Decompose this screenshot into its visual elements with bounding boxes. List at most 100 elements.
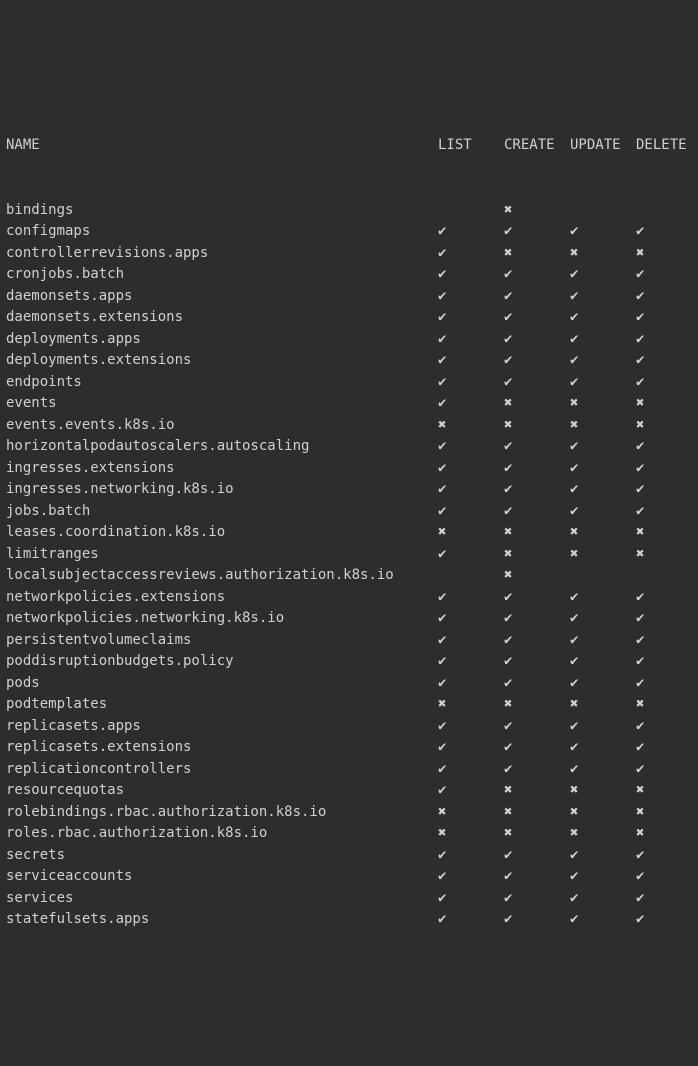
table-row: replicasets.extensions✔✔✔✔ <box>6 737 692 759</box>
table-row: statefulsets.apps✔✔✔✔ <box>6 909 692 931</box>
check-icon: ✔ <box>438 264 456 286</box>
check-icon: ✔ <box>504 458 522 480</box>
table-row: replicasets.apps✔✔✔✔ <box>6 716 692 738</box>
check-icon: ✔ <box>504 286 522 308</box>
perm-delete: ✔ <box>636 866 698 888</box>
check-icon: ✔ <box>504 350 522 372</box>
check-icon: ✔ <box>570 888 588 910</box>
resource-name: cronjobs.batch <box>6 264 438 286</box>
perm-update: ✔ <box>570 651 636 673</box>
check-icon: ✔ <box>570 845 588 867</box>
cross-icon: ✖ <box>504 544 522 566</box>
perm-update: ✔ <box>570 630 636 652</box>
table-row: ingresses.extensions✔✔✔✔ <box>6 458 692 480</box>
table-row: daemonsets.extensions✔✔✔✔ <box>6 307 692 329</box>
perm-list: ✔ <box>438 544 504 566</box>
cross-icon: ✖ <box>570 823 588 845</box>
table-row: networkpolicies.extensions✔✔✔✔ <box>6 587 692 609</box>
perm-list: ✔ <box>438 458 504 480</box>
table-row: controllerrevisions.apps✔✖✖✖ <box>6 243 692 265</box>
check-icon: ✔ <box>636 458 654 480</box>
perm-create: ✖ <box>504 544 570 566</box>
table-row: services✔✔✔✔ <box>6 888 692 910</box>
perm-create: ✖ <box>504 694 570 716</box>
check-icon: ✔ <box>504 307 522 329</box>
perm-list: ✔ <box>438 221 504 243</box>
cross-icon: ✖ <box>636 694 654 716</box>
check-icon: ✔ <box>504 909 522 931</box>
check-icon: ✔ <box>504 372 522 394</box>
perm-delete: ✔ <box>636 587 698 609</box>
perm-list: ✔ <box>438 651 504 673</box>
check-icon: ✔ <box>570 630 588 652</box>
check-icon: ✔ <box>636 716 654 738</box>
check-icon: ✔ <box>504 329 522 351</box>
cross-icon: ✖ <box>504 200 522 222</box>
check-icon: ✔ <box>504 630 522 652</box>
perm-list: ✔ <box>438 780 504 802</box>
cross-icon: ✖ <box>636 393 654 415</box>
perm-create: ✔ <box>504 264 570 286</box>
check-icon: ✔ <box>438 909 456 931</box>
cross-icon: ✖ <box>636 823 654 845</box>
check-icon: ✔ <box>438 221 456 243</box>
perm-delete: ✖ <box>636 694 698 716</box>
check-icon: ✔ <box>570 436 588 458</box>
perm-update: ✖ <box>570 393 636 415</box>
perm-update: ✔ <box>570 221 636 243</box>
perm-update: ✖ <box>570 802 636 824</box>
perm-update: ✔ <box>570 479 636 501</box>
resource-name: leases.coordination.k8s.io <box>6 522 438 544</box>
perm-delete: ✖ <box>636 823 698 845</box>
header-create: CREATE <box>504 135 570 157</box>
perm-list: ✖ <box>438 694 504 716</box>
perm-update: ✔ <box>570 866 636 888</box>
check-icon: ✔ <box>636 264 654 286</box>
cross-icon: ✖ <box>438 802 456 824</box>
check-icon: ✔ <box>438 780 456 802</box>
perm-delete: ✔ <box>636 221 698 243</box>
check-icon: ✔ <box>570 737 588 759</box>
table-row: rolebindings.rbac.authorization.k8s.io✖✖… <box>6 802 692 824</box>
cross-icon: ✖ <box>636 243 654 265</box>
resource-name: daemonsets.apps <box>6 286 438 308</box>
table-row: endpoints✔✔✔✔ <box>6 372 692 394</box>
resource-name: events.events.k8s.io <box>6 415 438 437</box>
perm-list: ✔ <box>438 909 504 931</box>
check-icon: ✔ <box>438 845 456 867</box>
perm-create: ✔ <box>504 866 570 888</box>
table-row: networkpolicies.networking.k8s.io✔✔✔✔ <box>6 608 692 630</box>
check-icon: ✔ <box>438 673 456 695</box>
cross-icon: ✖ <box>504 780 522 802</box>
table-row: bindings✖ <box>6 200 692 222</box>
resource-name: endpoints <box>6 372 438 394</box>
perm-delete: ✔ <box>636 630 698 652</box>
perm-create: ✔ <box>504 479 570 501</box>
check-icon: ✔ <box>504 737 522 759</box>
perm-delete: ✔ <box>636 909 698 931</box>
table-row: serviceaccounts✔✔✔✔ <box>6 866 692 888</box>
cross-icon: ✖ <box>570 415 588 437</box>
check-icon: ✔ <box>636 888 654 910</box>
perm-create: ✔ <box>504 737 570 759</box>
check-icon: ✔ <box>504 888 522 910</box>
resource-name: secrets <box>6 845 438 867</box>
perm-update: ✔ <box>570 716 636 738</box>
check-icon: ✔ <box>636 845 654 867</box>
perm-create: ✖ <box>504 565 570 587</box>
cross-icon: ✖ <box>438 694 456 716</box>
cross-icon: ✖ <box>504 694 522 716</box>
table-row: ingresses.networking.k8s.io✔✔✔✔ <box>6 479 692 501</box>
check-icon: ✔ <box>504 436 522 458</box>
header-name: NAME <box>6 135 438 157</box>
perm-create: ✔ <box>504 436 570 458</box>
perm-list: ✔ <box>438 608 504 630</box>
perm-create: ✔ <box>504 501 570 523</box>
perm-create: ✔ <box>504 286 570 308</box>
check-icon: ✔ <box>636 737 654 759</box>
check-icon: ✔ <box>636 221 654 243</box>
perm-delete: ✖ <box>636 802 698 824</box>
check-icon: ✔ <box>504 651 522 673</box>
check-icon: ✔ <box>438 630 456 652</box>
perm-create: ✖ <box>504 823 570 845</box>
